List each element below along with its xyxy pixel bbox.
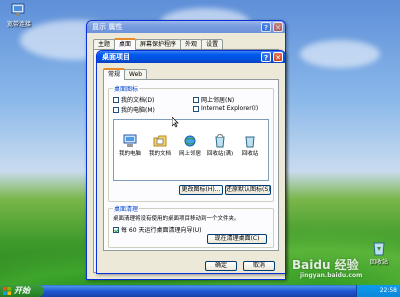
checkbox-box[interactable] bbox=[113, 226, 119, 233]
network-globe-icon bbox=[183, 134, 197, 148]
general-tab-panel: 桌面图标 我的文档(D) 网上邻居(N) 我的电脑(M) Internet Ex… bbox=[103, 79, 279, 251]
cancel-button[interactable]: 取消 bbox=[243, 261, 275, 271]
checkbox-box[interactable] bbox=[193, 105, 199, 112]
checkbox-label: 我的电脑(M) bbox=[121, 107, 155, 114]
checkbox-internet-explorer[interactable]: Internet Explorer(I) bbox=[193, 105, 258, 112]
desktop-icon-recycle-bin[interactable]: 回收站 bbox=[362, 240, 396, 266]
close-icon[interactable]: ✕ bbox=[273, 22, 283, 32]
checkbox-network-places[interactable]: 网上邻居(N) bbox=[193, 95, 234, 104]
recycle-bin-icon bbox=[243, 134, 257, 148]
list-item-recycle-full[interactable]: 回收站(满) bbox=[206, 133, 234, 157]
network-connection-icon bbox=[10, 2, 28, 18]
restore-default-button[interactable]: 还原默认图标(S) bbox=[225, 185, 271, 195]
desktop-icon-list[interactable]: 我的电脑 我的文档 网上邻居 回收站(满) 回收站 bbox=[113, 116, 269, 181]
cleanup-now-button[interactable]: 现在清理桌面(C) bbox=[207, 234, 267, 244]
checkbox-box[interactable] bbox=[113, 96, 119, 103]
list-item-label: 回收站(满) bbox=[206, 151, 234, 157]
list-item-label: 我的文档 bbox=[148, 151, 171, 157]
checkbox-label: 每 60 天运行桌面清理向导(U) bbox=[121, 227, 202, 234]
checkbox-label: 我的文档(D) bbox=[121, 97, 155, 104]
windows-flag-icon bbox=[3, 287, 11, 295]
list-item-label: 网上邻居 bbox=[178, 151, 201, 157]
desktop-icon-label: 宽带连接 bbox=[6, 21, 31, 28]
list-item-network-places[interactable]: 网上邻居 bbox=[176, 134, 204, 157]
tab-settings[interactable]: 设置 bbox=[201, 39, 224, 49]
checkbox-my-documents[interactable]: 我的文档(D) bbox=[113, 95, 154, 104]
checkbox-box[interactable] bbox=[193, 96, 199, 103]
system-tray: 22:58 bbox=[356, 285, 400, 297]
close-button[interactable]: ✕ bbox=[273, 52, 283, 62]
list-item-my-documents[interactable]: 我的文档 bbox=[146, 134, 174, 157]
help-icon[interactable]: ? bbox=[261, 22, 271, 32]
folder-icon bbox=[153, 134, 167, 148]
change-icon-button[interactable]: 更改图标(H)... bbox=[179, 185, 223, 195]
taskbar: 开始 22:58 bbox=[0, 285, 400, 297]
tab-screensaver[interactable]: 屏幕保护程序 bbox=[135, 39, 182, 49]
window-title: 显示 属性 bbox=[92, 23, 123, 31]
tab-web[interactable]: Web bbox=[124, 69, 148, 79]
help-button[interactable]: ? bbox=[261, 52, 271, 62]
list-item-recycle-empty[interactable]: 回收站 bbox=[236, 134, 264, 157]
clock[interactable]: 22:58 bbox=[380, 287, 397, 294]
watermark-url: jingyan.baidu.com bbox=[300, 272, 363, 279]
recycle-bin-full-icon bbox=[213, 133, 227, 148]
desktop-icons-group: 桌面图标 我的文档(D) 网上邻居(N) 我的电脑(M) Internet Ex… bbox=[108, 84, 274, 202]
computer-icon bbox=[123, 134, 137, 148]
list-item-label: 回收站 bbox=[241, 151, 259, 157]
tab-themes[interactable]: 主题 bbox=[93, 39, 116, 49]
checkbox-label: 网上邻居(N) bbox=[201, 97, 235, 104]
start-label: 开始 bbox=[14, 286, 30, 295]
ok-button[interactable]: 确定 bbox=[205, 261, 237, 271]
tab-appearance[interactable]: 外观 bbox=[180, 39, 203, 49]
watermark-logo: Baidu 经验 bbox=[292, 258, 359, 272]
group-title: 桌面清理 bbox=[113, 204, 140, 213]
checkbox-box[interactable] bbox=[113, 106, 119, 113]
display-properties-titlebar[interactable]: 显示 属性 ? ✕ bbox=[87, 21, 285, 33]
recycle-bin-icon bbox=[370, 240, 388, 256]
start-button[interactable]: 开始 bbox=[0, 285, 44, 297]
desktop-icon-broadband[interactable]: 宽带连接 bbox=[2, 2, 36, 28]
cleanup-description: 桌面清理将没有使用的桌面项目移动到一个文件夹。 bbox=[113, 216, 240, 222]
desktop-items-dialog: 桌面项目 ? ✕ 常规 Web 桌面图标 我的文档(D) 网上邻居(N) 我的电… bbox=[96, 50, 286, 274]
dialog-title: 桌面项目 bbox=[102, 53, 130, 61]
list-item-my-computer[interactable]: 我的电脑 bbox=[116, 134, 144, 157]
list-item-label: 我的电脑 bbox=[118, 151, 141, 157]
tab-general[interactable]: 常规 bbox=[103, 68, 126, 80]
desktop-cleanup-group: 桌面清理 桌面清理将没有使用的桌面项目移动到一个文件夹。 每 60 天运行桌面清… bbox=[108, 204, 274, 248]
checkbox-my-computer[interactable]: 我的电脑(M) bbox=[113, 105, 155, 114]
desktop-items-titlebar[interactable]: 桌面项目 ? ✕ bbox=[97, 51, 285, 63]
checkbox-label: Internet Explorer(I) bbox=[201, 105, 259, 112]
group-title: 桌面图标 bbox=[113, 84, 140, 93]
tab-desktop[interactable]: 桌面 bbox=[114, 38, 137, 50]
checkbox-cleanup-wizard[interactable]: 每 60 天运行桌面清理向导(U) bbox=[113, 225, 202, 234]
mouse-cursor-icon bbox=[171, 116, 180, 130]
desktop-icon-label: 回收站 bbox=[369, 259, 388, 266]
